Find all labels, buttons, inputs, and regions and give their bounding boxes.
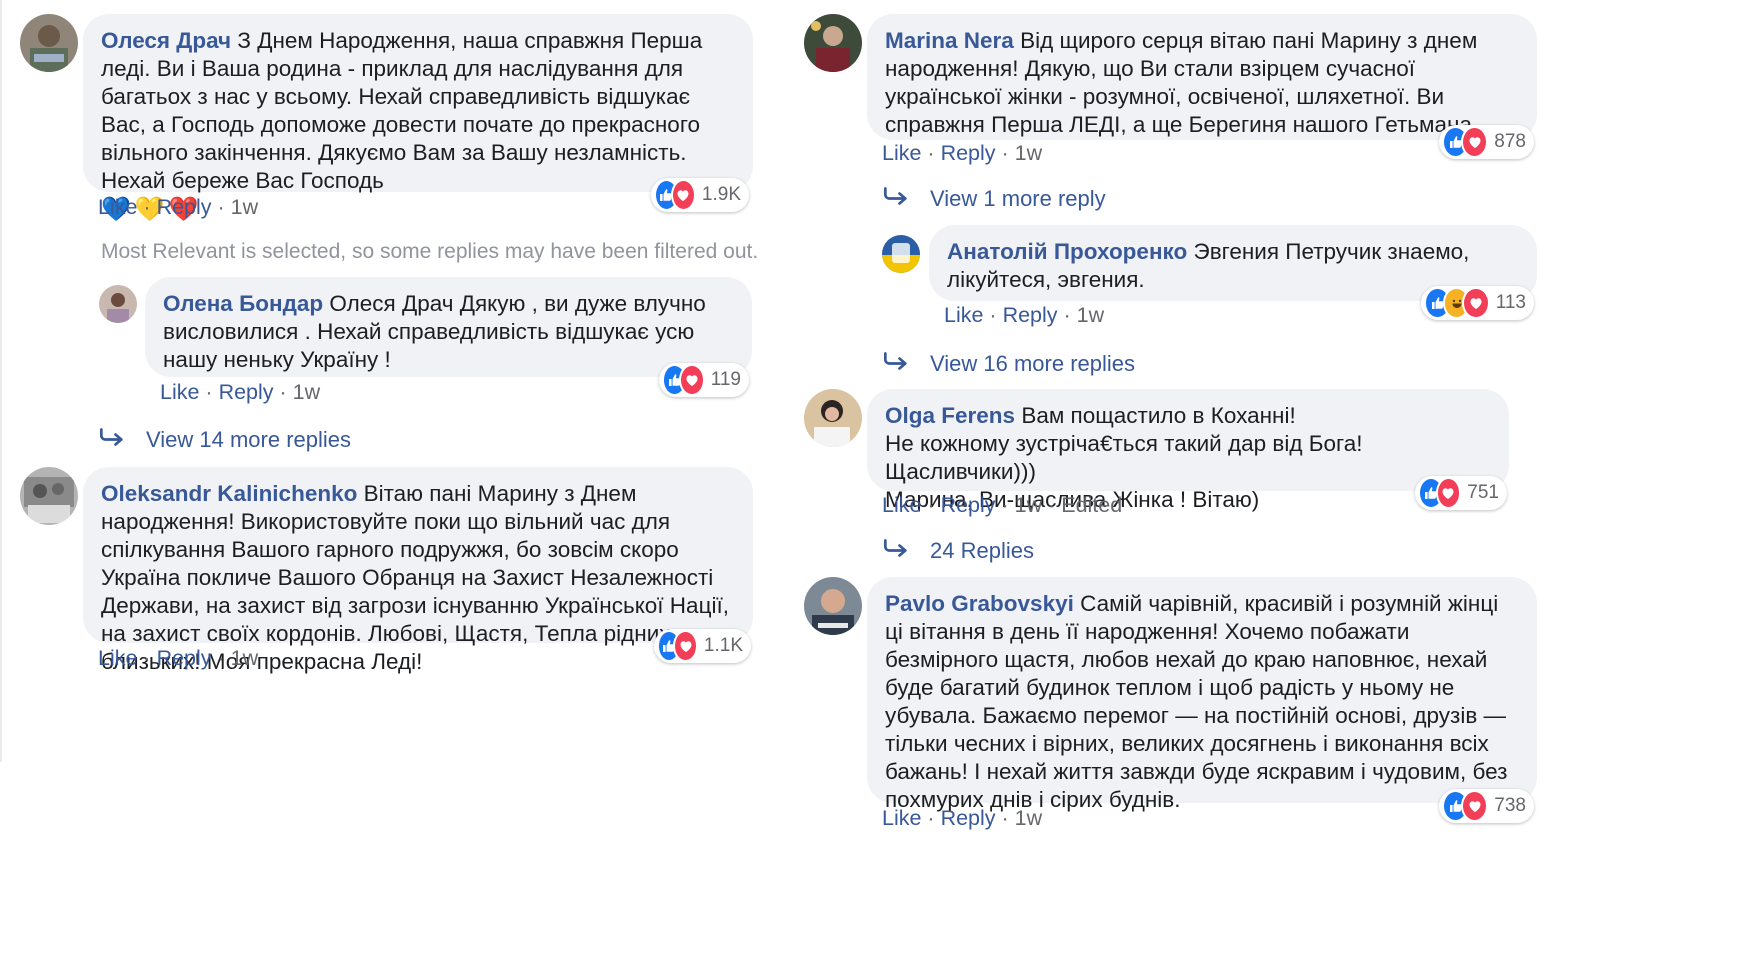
comment-bubble: Marina Nera Від щирого серця вітаю пані … (867, 14, 1537, 140)
reaction-summary[interactable]: 113 (1421, 286, 1534, 320)
comment-author[interactable]: Olga Ferens (885, 403, 1015, 428)
comment-author[interactable]: Oleksandr Kalinichenko (101, 481, 357, 506)
avatar[interactable] (804, 14, 862, 72)
comment-actions: Like · Reply · 1w (98, 646, 259, 670)
view-more-replies[interactable]: View 16 more replies (882, 351, 1135, 377)
reaction-summary[interactable]: 878 (1439, 125, 1534, 159)
reply-link[interactable]: Reply (1003, 303, 1058, 327)
timestamp[interactable]: 1w (231, 195, 258, 219)
reply-arrow-icon (98, 427, 134, 453)
love-reaction-icon (1461, 790, 1489, 822)
comment-bubble: Oleksandr Kalinichenko Вітаю пані Марину… (83, 467, 753, 674)
timestamp[interactable]: 1w (1015, 141, 1042, 165)
reaction-count: 113 (1495, 292, 1526, 313)
like-link[interactable]: Like (882, 806, 921, 830)
avatar[interactable] (804, 577, 862, 635)
love-reaction-icon (679, 364, 705, 396)
comment-bubble: Pavlo Grabovskyi Самій чарівній, красиві… (867, 577, 1537, 812)
love-reaction-icon (673, 630, 698, 662)
love-reaction-icon (1461, 126, 1489, 158)
filter-notice: Most Relevant is selected, so some repli… (101, 240, 759, 263)
reply-link[interactable]: Reply (157, 646, 212, 670)
reaction-summary[interactable]: 119 (659, 363, 749, 397)
like-link[interactable]: Like (98, 646, 137, 670)
view-more-replies[interactable]: View 1 more reply (882, 186, 1106, 212)
reaction-count: 119 (710, 369, 741, 390)
comment-actions: Like · Reply · 1w (160, 380, 321, 404)
love-reaction-icon (1462, 287, 1490, 319)
timestamp[interactable]: 1w (293, 380, 320, 404)
view-more-replies[interactable]: View 14 more replies (98, 427, 351, 453)
timestamp[interactable]: 1w (1077, 303, 1104, 327)
reaction-summary[interactable]: 751 (1415, 476, 1507, 510)
comment-author[interactable]: Pavlo Grabovskyi (885, 591, 1074, 616)
reply-arrow-icon (882, 351, 918, 377)
comment-actions: Like · Reply · 1w · Edited (882, 493, 1123, 517)
reaction-count: 751 (1467, 482, 1499, 503)
love-reaction-icon (670, 179, 696, 211)
column-divider (0, 0, 2, 762)
avatar[interactable] (882, 235, 920, 273)
comment-actions: Like · Reply · 1w (98, 195, 259, 219)
avatar[interactable] (804, 389, 862, 447)
reaction-count: 1.1K (703, 635, 743, 656)
comment-text: Самій чарівній, красивій і розумній жінц… (885, 591, 1508, 812)
like-link[interactable]: Like (882, 493, 921, 517)
comment-actions: Like · Reply · 1w (882, 141, 1043, 165)
like-link[interactable]: Like (944, 303, 983, 327)
like-link[interactable]: Like (160, 380, 199, 404)
reply-arrow-icon (882, 186, 918, 212)
comment-bubble: Olga Ferens Вам пощастило в Коханні! Не … (867, 389, 1509, 512)
reply-link[interactable]: Reply (941, 141, 996, 165)
timestamp[interactable]: 1w (231, 646, 258, 670)
reaction-summary[interactable]: 738 (1439, 789, 1534, 823)
reply-arrow-icon (882, 538, 918, 564)
comment-actions: Like · Reply · 1w (944, 303, 1105, 327)
comment-actions: Like · Reply · 1w (882, 806, 1043, 830)
reaction-count: 1.9K (701, 184, 741, 205)
like-link[interactable]: Like (882, 141, 921, 165)
avatar[interactable] (99, 285, 137, 323)
like-link[interactable]: Like (98, 195, 137, 219)
reply-link[interactable]: Reply (157, 195, 212, 219)
reply-link[interactable]: Reply (941, 806, 996, 830)
timestamp[interactable]: 1w (1015, 493, 1042, 517)
reaction-summary[interactable]: 1.9K (651, 178, 749, 212)
avatar[interactable] (20, 467, 78, 525)
comment-author[interactable]: Анатолій Прохоренко (947, 239, 1187, 264)
reaction-summary[interactable]: 1.1K (654, 629, 751, 663)
avatar[interactable] (20, 14, 78, 72)
comment-bubble: Олеся Драч З Днем Народження, наша справ… (83, 14, 753, 223)
comment-author[interactable]: Marina Nera (885, 28, 1014, 53)
reply-bubble: Олена Бондар Олеся Драч Дякую , ви дуже … (145, 277, 752, 377)
reaction-count: 878 (1494, 131, 1526, 152)
reaction-count: 738 (1494, 795, 1526, 816)
comment-author[interactable]: Олеся Драч (101, 28, 231, 53)
reply-link[interactable]: Reply (941, 493, 996, 517)
edited-label[interactable]: Edited (1061, 493, 1122, 517)
love-reaction-icon (1435, 477, 1462, 509)
timestamp[interactable]: 1w (1015, 806, 1042, 830)
comment-author[interactable]: Олена Бондар (163, 291, 323, 316)
view-replies[interactable]: 24 Replies (882, 538, 1034, 564)
reply-link[interactable]: Reply (219, 380, 274, 404)
